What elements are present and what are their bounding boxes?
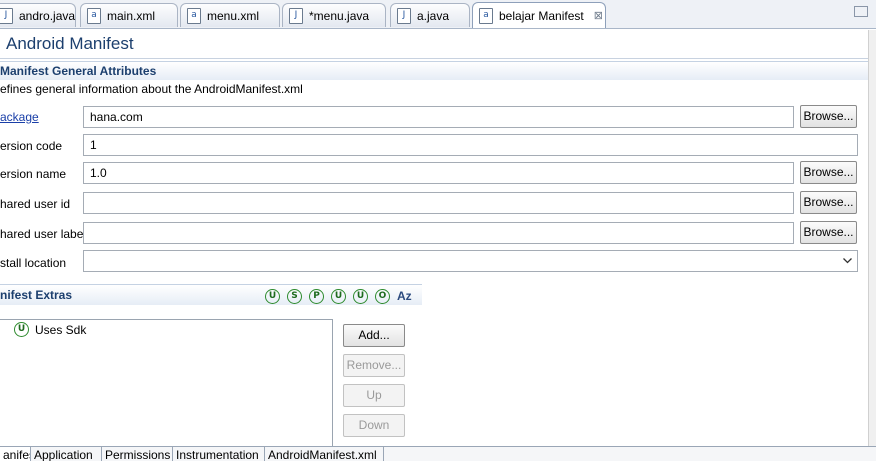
java-file-icon: J <box>397 7 411 24</box>
section-title[interactable]: Manifest General Attributes <box>0 64 156 78</box>
tab-belajar-manifest[interactable]: a belajar Manifest ⊠ <box>472 2 606 28</box>
other-element-icon[interactable]: O <box>375 289 390 304</box>
xml-file-icon: a <box>87 7 101 24</box>
package-browse-button[interactable]: Browse... <box>800 105 857 128</box>
shared-user-id-field[interactable] <box>83 192 794 214</box>
java-file-icon: J <box>289 7 303 24</box>
shared-user-id-browse-button[interactable]: Browse... <box>800 191 857 214</box>
version-name-label: ersion name <box>0 167 67 181</box>
down-button[interactable]: Down <box>343 414 405 437</box>
shared-user-label-browse-button[interactable]: Browse... <box>800 221 857 244</box>
extras-tree[interactable]: U Uses Sdk <box>0 319 333 449</box>
vertical-scrollbar[interactable] <box>868 30 876 446</box>
tab-label: menu.xml <box>207 8 260 23</box>
package-field[interactable]: hana.com <box>83 106 794 128</box>
manifest-file-icon: a <box>479 7 493 24</box>
tab-instrumentation[interactable]: Instrumentation <box>173 447 265 461</box>
section-title[interactable]: nifest Extras <box>0 288 72 302</box>
shared-user-label-label: hared user label <box>0 227 87 241</box>
extras-toolbar: U S P U U O Az <box>265 289 412 304</box>
close-icon[interactable]: ⊠ <box>594 9 603 22</box>
section-description: efines general information about the And… <box>0 82 303 96</box>
java-file-icon: J <box>0 7 13 24</box>
tree-item-label: Uses Sdk <box>35 322 87 337</box>
xml-file-icon: a <box>187 7 201 24</box>
version-code-field[interactable]: 1 <box>83 134 858 156</box>
permission-icon[interactable]: P <box>309 289 324 304</box>
remove-button[interactable]: Remove... <box>343 354 405 377</box>
tab-manifest[interactable]: anifest <box>0 447 31 461</box>
uses-sdk-icon: U <box>14 322 29 337</box>
tab-permissions[interactable]: Permissions <box>102 447 173 461</box>
sort-icon[interactable]: Az <box>397 289 412 304</box>
tab-androidmanifest-xml[interactable]: AndroidManifest.xml <box>265 447 384 461</box>
tab-application[interactable]: Application <box>31 447 102 461</box>
tab-label: belajar Manifest <box>499 8 584 23</box>
tab-label: andro.java <box>19 8 76 23</box>
maximize-icon[interactable] <box>854 6 868 17</box>
tab-menu-xml[interactable]: a menu.xml <box>180 3 280 27</box>
tab-label: *menu.java <box>309 8 370 23</box>
editor-tab-bar: J andro.java a main.xml a menu.xml J *me… <box>0 0 876 29</box>
version-code-label: ersion code <box>0 139 63 153</box>
install-location-label: stall location <box>0 256 67 270</box>
title-divider <box>0 58 876 59</box>
chevron-down-icon <box>843 258 852 264</box>
uses-sdk-icon[interactable]: U <box>353 289 368 304</box>
tab-andro-java[interactable]: J andro.java <box>0 3 76 27</box>
uses-permission-icon[interactable]: U <box>265 289 280 304</box>
shared-user-id-label: hared user id <box>0 197 71 211</box>
supports-screens-icon[interactable]: S <box>287 289 302 304</box>
up-button[interactable]: Up <box>343 384 405 407</box>
page-title: Android Manifest <box>6 34 134 53</box>
extras-section-header: nifest Extras U S P U U O Az <box>0 284 422 305</box>
general-section-header: Manifest General Attributes <box>0 61 868 80</box>
version-name-field[interactable]: 1.0 <box>83 162 794 184</box>
tab-label: main.xml <box>107 8 156 23</box>
install-location-select[interactable] <box>83 250 858 272</box>
shared-user-label-field[interactable] <box>83 222 794 244</box>
tab-label: a.java <box>417 8 450 23</box>
version-name-browse-button[interactable]: Browse... <box>800 161 857 184</box>
tree-item-uses-sdk[interactable]: U Uses Sdk <box>14 322 86 337</box>
uses-feature-icon[interactable]: U <box>331 289 346 304</box>
tab-menu-java[interactable]: J *menu.java <box>282 3 386 27</box>
package-link[interactable]: ackage <box>0 110 39 124</box>
add-button[interactable]: Add... <box>343 324 405 347</box>
tab-a-java[interactable]: J a.java <box>390 3 470 27</box>
tab-main-xml[interactable]: a main.xml <box>80 3 178 27</box>
editor-page-tabs: anifest Application Permissions Instrume… <box>0 446 876 461</box>
